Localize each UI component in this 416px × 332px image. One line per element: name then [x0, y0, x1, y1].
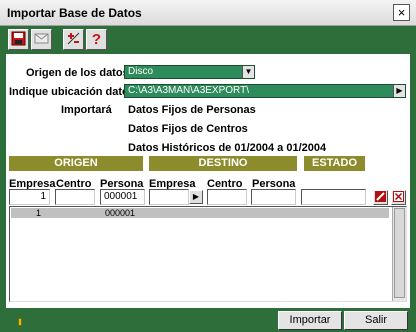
ubicacion-label: Indique ubicación datos [9, 86, 135, 98]
importara-item: Datos Fijos de Personas [128, 104, 256, 116]
window-title: Importar Base de Datos [7, 6, 142, 20]
empresa-destino-input[interactable] [149, 189, 189, 205]
row-empresa: 1 [36, 208, 42, 218]
title-bar: Importar Base de Datos × [0, 0, 416, 26]
pencil-icon [375, 191, 386, 204]
mail-icon [34, 32, 49, 48]
help-icon: ? [91, 31, 102, 48]
save-button[interactable] [8, 29, 29, 50]
main-panel: Origen de los datos Disco ▼ Indique ubic… [6, 54, 410, 308]
importara-label: Importará [61, 104, 112, 116]
origen-header: ORIGEN [9, 156, 143, 171]
table-row[interactable]: 1 000001 [11, 208, 389, 218]
row-persona: 000001 [105, 208, 136, 218]
help-button[interactable]: ? [86, 29, 107, 50]
centro-origen-input[interactable] [55, 189, 95, 205]
destino-header: DESTINO [149, 156, 297, 171]
toolbar: ? [6, 27, 410, 54]
persona-origen-input[interactable]: 000001 [100, 189, 145, 205]
ubicacion-value: C:\A3\A3MAN\A3EXPORT\ [128, 85, 249, 96]
empresa-destino-picker[interactable]: ▶ [189, 190, 203, 204]
exit-button[interactable]: Salir [344, 311, 408, 330]
chevron-right-icon: ▶ [192, 192, 200, 201]
ubicacion-field[interactable]: C:\A3\A3MAN\A3EXPORT\ ▶ [124, 84, 406, 98]
origen-select-value: Disco [128, 66, 154, 77]
chevron-right-icon[interactable]: ▶ [393, 85, 405, 97]
empresa-origen-input[interactable]: 1 [9, 189, 50, 205]
persona-destino-input[interactable] [251, 189, 296, 205]
importara-item: Datos Fijos de Centros [128, 123, 248, 135]
close-button[interactable]: × [393, 4, 410, 21]
origen-label: Origen de los datos [26, 67, 129, 79]
centro-destino-input[interactable] [207, 189, 247, 205]
plus-minus-icon [66, 31, 81, 49]
import-button[interactable]: Importar [278, 311, 342, 330]
origen-select[interactable]: Disco ▼ [124, 65, 255, 79]
save-icon [11, 31, 26, 49]
close-icon [393, 191, 404, 204]
plus-minus-button[interactable] [63, 29, 84, 50]
mapping-list[interactable]: 1 000001 [9, 206, 407, 302]
mail-button[interactable] [31, 29, 52, 50]
estado-header: ESTADO [304, 156, 365, 171]
estado-input[interactable] [301, 189, 366, 205]
import-window: Importar Base de Datos × ? Origen de los… [0, 0, 416, 332]
chevron-down-icon[interactable]: ▼ [242, 66, 254, 78]
status-indicator-icon [18, 318, 22, 326]
edit-row-button[interactable] [373, 190, 388, 205]
list-scrollbar[interactable] [392, 207, 406, 301]
delete-row-button[interactable] [391, 190, 406, 205]
status-bar: Importar Salir [6, 310, 410, 330]
scrollbar-thumb[interactable] [394, 208, 405, 298]
importara-item: Datos Históricos de 01/2004 a 01/2004 [128, 142, 327, 154]
